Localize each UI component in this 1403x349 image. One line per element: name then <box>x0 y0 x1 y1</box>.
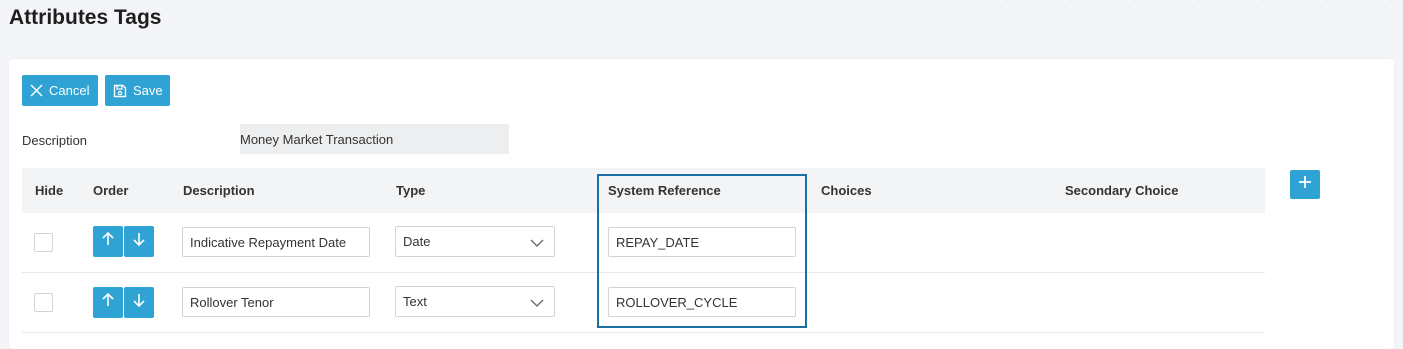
row-divider <box>22 272 1265 273</box>
description-label: Description <box>22 133 88 148</box>
cancel-label: Cancel <box>49 83 90 98</box>
top-divider <box>0 0 1403 2</box>
move-up-button[interactable] <box>93 226 123 257</box>
add-row-button[interactable] <box>1290 170 1320 199</box>
header-hide: Hide <box>35 183 64 198</box>
arrow-down-icon <box>132 232 146 251</box>
description-field[interactable]: Money Market Transaction <box>240 124 509 154</box>
save-button[interactable]: Save <box>105 75 170 106</box>
move-up-button[interactable] <box>93 287 123 318</box>
row-system-reference-input[interactable]: REPAY_DATE <box>608 227 796 257</box>
header-order: Order <box>93 183 129 198</box>
attributes-card: Cancel Save Description Money Market Tra… <box>9 59 1394 349</box>
plus-icon <box>1298 175 1312 194</box>
description-value: Money Market Transaction <box>240 131 394 147</box>
row-system-reference-input[interactable]: ROLLOVER_CYCLE <box>608 287 796 317</box>
chevron-down-icon <box>530 296 544 311</box>
row-type-select[interactable]: Text <box>395 286 555 317</box>
row-divider <box>22 332 1265 333</box>
close-icon <box>30 84 43 98</box>
save-icon <box>113 84 127 98</box>
chevron-down-icon <box>530 236 544 251</box>
arrow-up-icon <box>101 292 115 312</box>
move-down-button[interactable] <box>124 226 154 257</box>
row-type-select[interactable]: Date <box>395 226 555 257</box>
header-system-reference: System Reference <box>608 183 721 198</box>
header-description: Description <box>183 183 255 198</box>
page-title: Attributes Tags <box>9 6 162 29</box>
save-label: Save <box>133 83 163 98</box>
arrow-down-icon <box>132 293 146 312</box>
cancel-button[interactable]: Cancel <box>22 75 98 106</box>
hide-checkbox[interactable] <box>34 233 53 252</box>
header-type: Type <box>396 183 426 198</box>
row-description-input[interactable]: Indicative Repayment Date <box>182 227 370 257</box>
row-description-input[interactable]: Rollover Tenor <box>182 287 370 317</box>
move-down-button[interactable] <box>124 287 154 318</box>
hide-checkbox[interactable] <box>34 293 53 312</box>
header-secondary-choice: Secondary Choice <box>1065 183 1179 198</box>
header-choices: Choices <box>821 183 872 198</box>
arrow-up-icon <box>101 231 115 251</box>
